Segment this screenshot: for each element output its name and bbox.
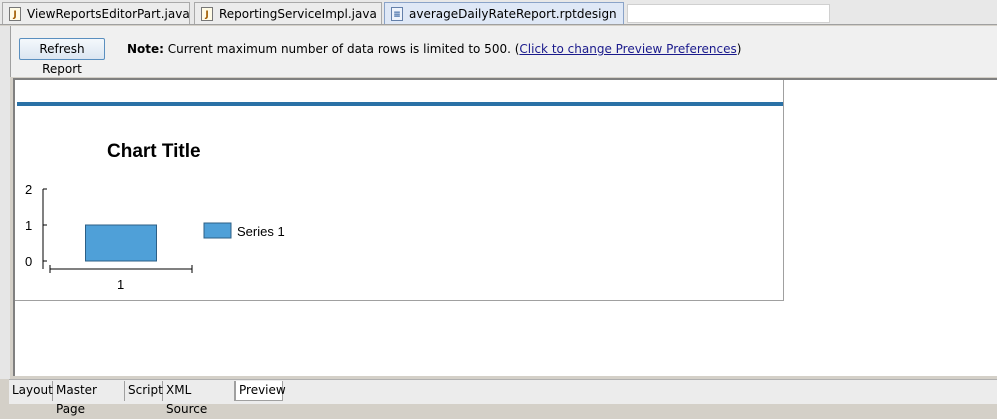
legend-swatch [203, 222, 232, 239]
left-gutter [0, 26, 10, 379]
editor-page-tabs: Layout Master Page Script XML Source Pre… [9, 379, 997, 416]
tab-script[interactable]: Script [125, 381, 163, 401]
note-label: Note: [127, 42, 164, 56]
tab-label: ViewReportsEditorPart.java [27, 6, 190, 21]
tab-view-reports-editor-part[interactable]: J ViewReportsEditorPart.java [2, 2, 190, 24]
report-preview-area[interactable]: Chart Title 0 1 2 1 Series 1 [13, 78, 997, 376]
y-tick-label: 1 [25, 218, 32, 233]
tab-preview[interactable]: Preview [235, 381, 286, 401]
bar-chart: Chart Title 0 1 2 1 Series 1 [25, 141, 285, 292]
tab-xml-source[interactable]: XML Source [163, 381, 235, 416]
tab-average-daily-rate-report[interactable]: ≡ averageDailyRateReport.rptdesign ⊠ [384, 2, 624, 24]
tab-script-label: Script [128, 383, 163, 397]
chart-title: Chart Title [107, 141, 201, 162]
note-end: ) [736, 42, 742, 56]
preview-preferences-link[interactable]: Click to change Preview Preferences [519, 42, 736, 56]
tab-label: ReportingServiceImpl.java [219, 6, 377, 21]
row-limit-note: Note: Current maximum number of data row… [127, 42, 741, 56]
report-body: Chart Title 0 1 2 1 Series 1 [15, 80, 784, 301]
chart-legend: Series 1 [203, 222, 285, 239]
java-file-icon: J [201, 6, 213, 21]
tab-master-page[interactable]: Master Page [53, 381, 125, 416]
tab-layout[interactable]: Layout [9, 381, 53, 401]
java-file-icon: J [9, 6, 21, 21]
y-tick-label: 2 [25, 182, 32, 197]
report-header-bar [17, 102, 783, 106]
x-tick-label: 1 [117, 277, 124, 292]
chart-bars: 1 [85, 224, 157, 292]
y-tick-label: 0 [25, 254, 32, 269]
bar [85, 224, 157, 262]
tab-reporting-service-impl[interactable]: J ReportingServiceImpl.java [194, 2, 382, 24]
preview-toolbar: Refresh Report Note: Current maximum num… [10, 26, 997, 77]
tab-master-page-label: Master Page [56, 383, 97, 416]
refresh-report-button[interactable]: Refresh Report [19, 38, 105, 76]
tab-bar-empty-area [627, 4, 830, 23]
report-design-icon: ≡ [391, 6, 403, 21]
legend-label: Series 1 [237, 224, 285, 239]
tab-layout-label: Layout [12, 383, 53, 397]
tab-preview-label: Preview [239, 383, 286, 397]
editor-tab-bar: J ViewReportsEditorPart.java J Reporting… [0, 0, 997, 25]
tab-label: averageDailyRateReport.rptdesign [409, 6, 617, 21]
tab-xml-source-label: XML Source [166, 383, 208, 416]
note-text: Current maximum number of data rows is l… [163, 42, 520, 56]
